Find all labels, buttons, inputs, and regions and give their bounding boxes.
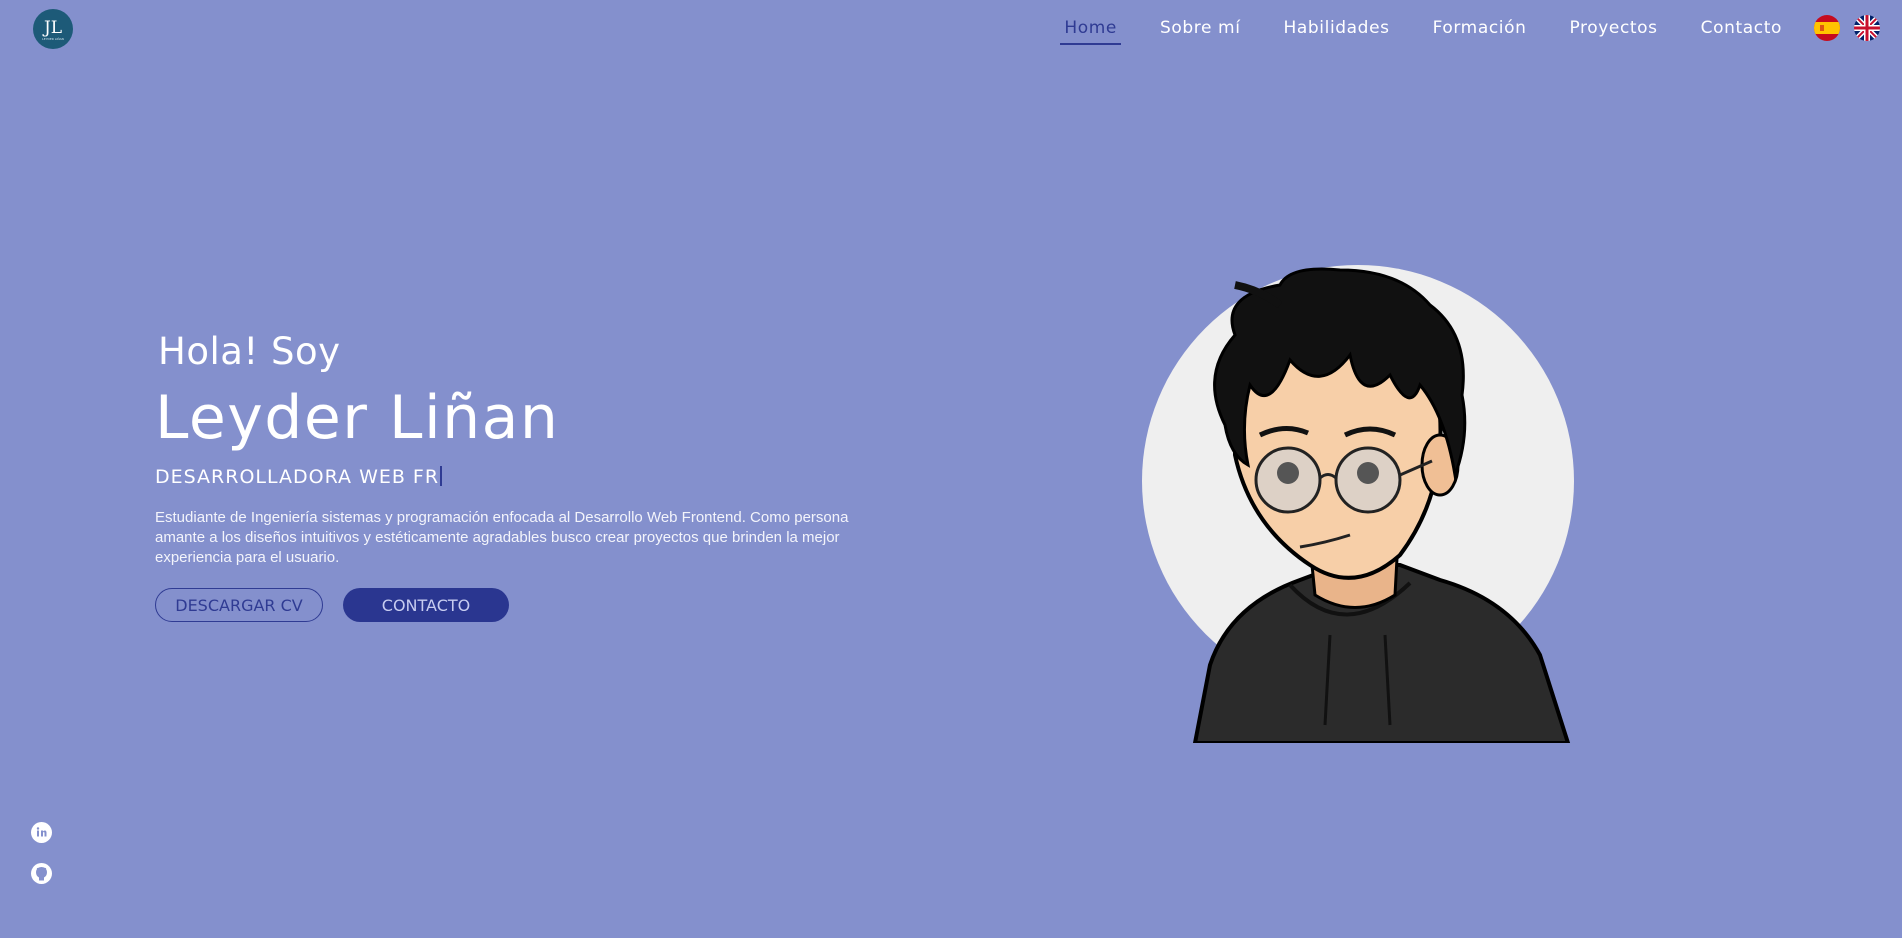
social-links xyxy=(31,822,52,884)
hero-description: Estudiante de Ingeniería sistemas y prog… xyxy=(155,509,849,566)
logo-monogram-icon: JL LEYDER LIÑAN xyxy=(42,18,64,41)
hero-actions: DESCARGAR CV CONTACTO xyxy=(155,588,875,622)
nav-item-habilidades[interactable]: Habilidades xyxy=(1280,12,1394,44)
hero-role-text: DESARROLLADORA WEB FR xyxy=(155,466,440,488)
typing-caret xyxy=(440,466,443,486)
nav-item-sobre-mi[interactable]: Sobre mí xyxy=(1156,12,1245,44)
hero-section: Hola! Soy Leyder Liñan DESARROLLADORA WE… xyxy=(155,330,875,622)
hero-role: DESARROLLADORA WEB FR xyxy=(155,466,875,488)
svg-text:JL: JL xyxy=(42,18,62,38)
hero-name: Leyder Liñan xyxy=(155,383,560,453)
nav-item-formacion[interactable]: Formación xyxy=(1429,12,1531,44)
hero-greeting: Hola! Soy xyxy=(158,330,341,373)
site-logo[interactable]: JL LEYDER LIÑAN xyxy=(33,9,73,49)
svg-text:LEYDER LIÑAN: LEYDER LIÑAN xyxy=(42,36,64,41)
language-switcher xyxy=(1814,15,1880,41)
nav-item-home[interactable]: Home xyxy=(1060,12,1121,45)
uk-flag-icon[interactable] xyxy=(1854,15,1880,41)
nav-item-contacto[interactable]: Contacto xyxy=(1697,12,1786,44)
download-cv-button[interactable]: DESCARGAR CV xyxy=(155,588,323,622)
github-icon[interactable] xyxy=(31,863,52,884)
main-nav: Home Sobre mí Habilidades Formación Proy… xyxy=(1060,0,1786,56)
contact-button[interactable]: CONTACTO xyxy=(343,588,509,622)
spain-flag-icon[interactable] xyxy=(1814,15,1840,41)
nav-item-proyectos[interactable]: Proyectos xyxy=(1565,12,1661,44)
linkedin-icon[interactable] xyxy=(31,822,52,843)
avatar-illustration xyxy=(1142,265,1574,743)
